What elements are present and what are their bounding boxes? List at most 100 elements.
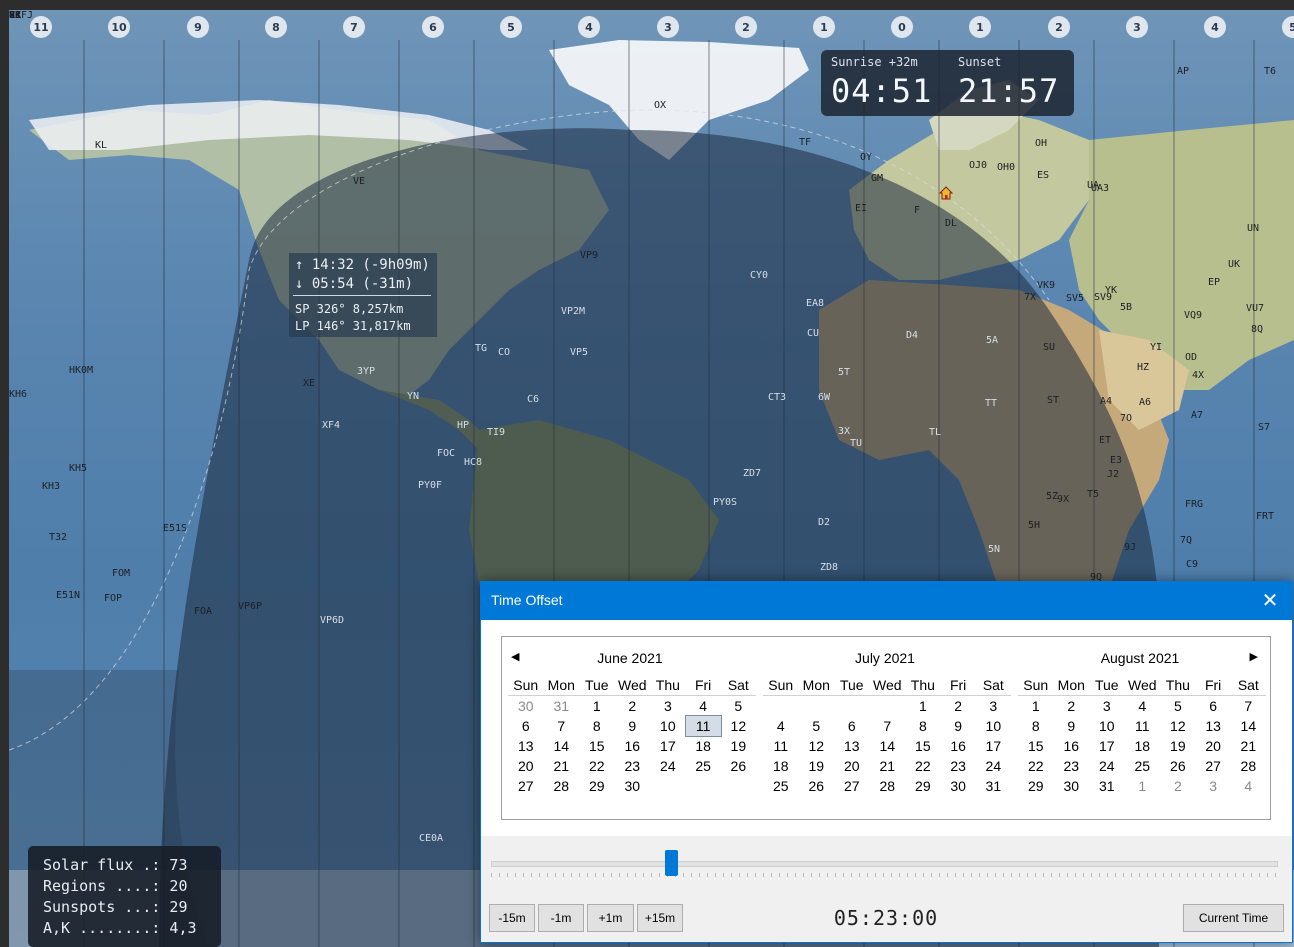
calendar-day[interactable]: 12 bbox=[1160, 716, 1195, 736]
calendar-day[interactable]: 2 bbox=[1160, 776, 1195, 796]
calendar-day[interactable]: 4 bbox=[1124, 696, 1160, 717]
calendar-day[interactable]: 27 bbox=[508, 776, 543, 796]
calendar-day[interactable]: 5 bbox=[798, 716, 834, 736]
calendar-day[interactable]: 25 bbox=[1124, 756, 1160, 776]
calendar-day[interactable]: 31 bbox=[976, 776, 1011, 796]
calendar-day[interactable]: 6 bbox=[508, 716, 543, 736]
calendar-day[interactable]: 28 bbox=[869, 776, 905, 796]
current-time-button[interactable]: Current Time bbox=[1183, 904, 1284, 932]
calendar-day[interactable]: 3 bbox=[976, 696, 1011, 717]
calendar-day[interactable]: 23 bbox=[614, 756, 650, 776]
calendar-day[interactable]: 29 bbox=[905, 776, 940, 796]
calendar-day[interactable]: 24 bbox=[1089, 756, 1124, 776]
calendar-day[interactable]: 21 bbox=[543, 756, 579, 776]
calendar-day[interactable]: 19 bbox=[721, 736, 756, 756]
calendar-day[interactable]: 3 bbox=[650, 696, 685, 717]
minus-1m-button[interactable]: -1m bbox=[538, 904, 584, 932]
calendar-day[interactable]: 19 bbox=[798, 756, 834, 776]
calendar-day[interactable]: 25 bbox=[686, 756, 721, 776]
calendar-day[interactable]: 31 bbox=[1089, 776, 1124, 796]
calendar-day[interactable]: 21 bbox=[1231, 736, 1266, 756]
calendar-day[interactable]: 22 bbox=[579, 756, 614, 776]
calendar-day[interactable]: 26 bbox=[1160, 756, 1195, 776]
calendar-day[interactable]: 7 bbox=[543, 716, 579, 736]
calendar-day[interactable]: 13 bbox=[1196, 716, 1231, 736]
calendar-day[interactable]: 29 bbox=[579, 776, 614, 796]
calendar-day[interactable]: 29 bbox=[1018, 776, 1053, 796]
calendar-day[interactable]: 28 bbox=[543, 776, 579, 796]
calendar-day[interactable]: 26 bbox=[721, 756, 756, 776]
calendar-day[interactable]: 18 bbox=[1124, 736, 1160, 756]
plus-15m-button[interactable]: +15m bbox=[637, 904, 683, 932]
time-slider-track[interactable] bbox=[491, 861, 1278, 867]
calendar-day[interactable]: 13 bbox=[834, 736, 869, 756]
calendar-day[interactable]: 17 bbox=[1089, 736, 1124, 756]
calendar-day[interactable]: 11 bbox=[1124, 716, 1160, 736]
calendar-day[interactable]: 30 bbox=[1053, 776, 1089, 796]
calendar-day[interactable]: 10 bbox=[650, 716, 685, 736]
calendar-day[interactable]: 1 bbox=[905, 696, 940, 717]
calendar-day[interactable]: 24 bbox=[976, 756, 1011, 776]
calendar-day[interactable]: 27 bbox=[1196, 756, 1231, 776]
calendar-day[interactable]: 7 bbox=[1231, 696, 1266, 717]
calendar-day[interactable]: 15 bbox=[905, 736, 940, 756]
calendar-day[interactable]: 17 bbox=[650, 736, 685, 756]
dialog-titlebar[interactable]: Time Offset ✕ bbox=[481, 582, 1292, 620]
calendar-day[interactable]: 26 bbox=[798, 776, 834, 796]
calendar-day[interactable]: 16 bbox=[1053, 736, 1089, 756]
calendar-day[interactable]: 27 bbox=[834, 776, 869, 796]
calendar-day[interactable]: 28 bbox=[1231, 756, 1266, 776]
calendar-day[interactable]: 3 bbox=[1196, 776, 1231, 796]
calendar-day[interactable]: 7 bbox=[869, 716, 905, 736]
time-slider-thumb[interactable] bbox=[665, 850, 678, 876]
calendar-day[interactable]: 14 bbox=[1231, 716, 1266, 736]
calendar-day[interactable]: 30 bbox=[941, 776, 976, 796]
calendar-day[interactable]: 1 bbox=[1018, 696, 1053, 717]
calendar-day[interactable]: 8 bbox=[1018, 716, 1053, 736]
calendar-day[interactable]: 17 bbox=[976, 736, 1011, 756]
calendar-day[interactable]: 10 bbox=[1089, 716, 1124, 736]
calendar-day[interactable]: 20 bbox=[834, 756, 869, 776]
calendar-day[interactable]: 18 bbox=[686, 736, 721, 756]
calendar-day[interactable]: 12 bbox=[721, 716, 756, 736]
calendar-day[interactable]: 4 bbox=[1231, 776, 1266, 796]
calendar-day[interactable]: 9 bbox=[614, 716, 650, 736]
calendar-day[interactable]: 6 bbox=[1196, 696, 1231, 717]
calendar-day[interactable]: 21 bbox=[869, 756, 905, 776]
plus-1m-button[interactable]: +1m bbox=[587, 904, 634, 932]
minus-15m-button[interactable]: -15m bbox=[489, 904, 535, 932]
calendar-day[interactable]: 22 bbox=[1018, 756, 1053, 776]
calendar-day[interactable]: 25 bbox=[763, 776, 798, 796]
calendar-day[interactable]: 6 bbox=[834, 716, 869, 736]
calendar-day[interactable]: 9 bbox=[1053, 716, 1089, 736]
calendar-day[interactable]: 10 bbox=[976, 716, 1011, 736]
calendar-day[interactable]: 18 bbox=[763, 756, 798, 776]
calendar-day[interactable]: 4 bbox=[686, 696, 721, 717]
calendar-day[interactable]: 12 bbox=[798, 736, 834, 756]
calendar-day[interactable]: 20 bbox=[508, 756, 543, 776]
calendar-day[interactable]: 14 bbox=[543, 736, 579, 756]
calendar-day[interactable]: 1 bbox=[579, 696, 614, 717]
calendar-day[interactable]: 22 bbox=[905, 756, 940, 776]
calendar-day[interactable]: 2 bbox=[614, 696, 650, 717]
calendar-day[interactable]: 2 bbox=[1053, 696, 1089, 717]
calendar-day[interactable]: 30 bbox=[614, 776, 650, 796]
calendar-day[interactable]: 5 bbox=[1160, 696, 1195, 717]
calendar-day[interactable]: 15 bbox=[579, 736, 614, 756]
calendar-day[interactable]: 2 bbox=[941, 696, 976, 717]
calendar-day[interactable]: 31 bbox=[543, 696, 579, 717]
calendar-day[interactable]: 16 bbox=[614, 736, 650, 756]
calendar-day[interactable]: 23 bbox=[941, 756, 976, 776]
calendar-day[interactable]: 20 bbox=[1196, 736, 1231, 756]
calendar-day[interactable]: 8 bbox=[905, 716, 940, 736]
calendar-day[interactable]: 19 bbox=[1160, 736, 1195, 756]
calendar-day[interactable]: 4 bbox=[763, 716, 798, 736]
calendar-day[interactable]: 11 bbox=[763, 736, 798, 756]
calendar-day[interactable]: 11 bbox=[684, 715, 722, 737]
close-icon[interactable]: ✕ bbox=[1260, 590, 1280, 610]
calendar-day[interactable]: 9 bbox=[941, 716, 976, 736]
calendar-day[interactable]: 16 bbox=[941, 736, 976, 756]
calendar-day[interactable]: 24 bbox=[650, 756, 685, 776]
calendar-day[interactable]: 23 bbox=[1053, 756, 1089, 776]
calendar-day[interactable]: 5 bbox=[721, 696, 756, 717]
